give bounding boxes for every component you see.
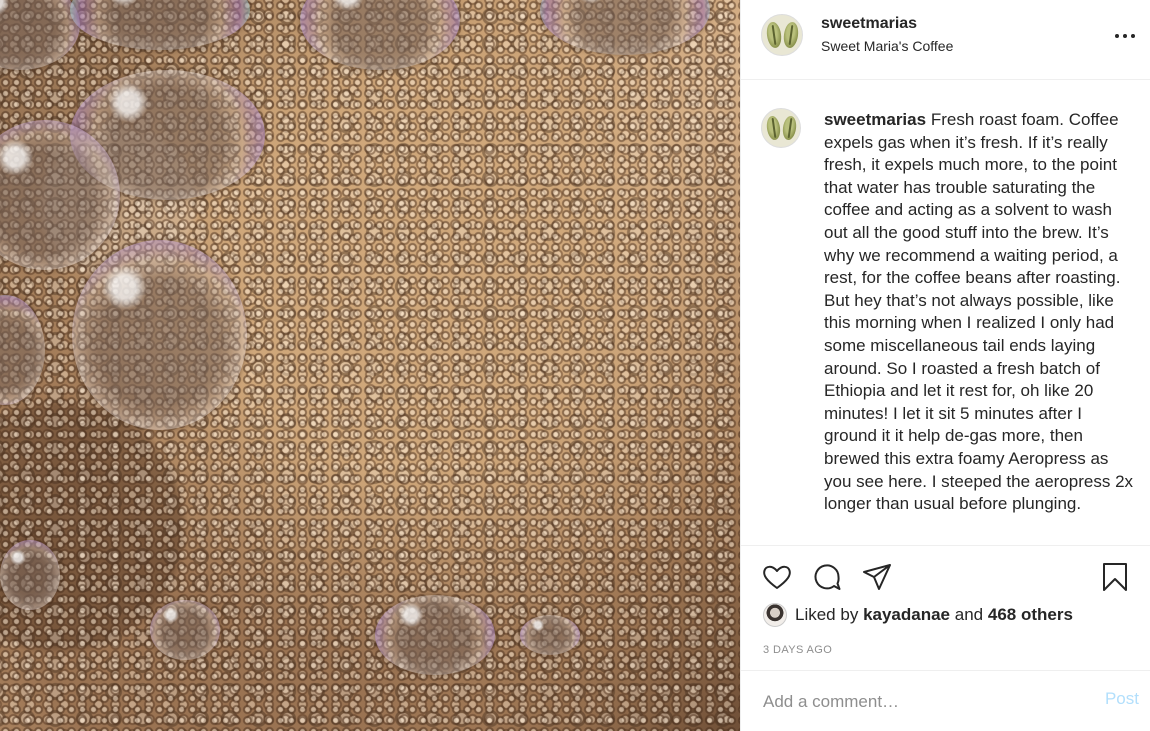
coffee-bean-icon — [765, 21, 783, 49]
post-timestamp[interactable]: 3 DAYS AGO — [763, 644, 832, 656]
coffee-bean-icon — [780, 115, 798, 141]
liker-username[interactable]: kayadanae — [863, 605, 950, 624]
post-photo[interactable] — [0, 0, 740, 731]
large-bubble — [375, 595, 495, 675]
more-options-icon[interactable] — [1115, 24, 1139, 46]
action-bar: Liked by kayadanae and 468 others 3 DAYS… — [741, 545, 1150, 670]
caption-section: sweetmarias Fresh roast foam. Coffee exp… — [741, 80, 1150, 545]
post-caption: sweetmarias Fresh roast foam. Coffee exp… — [824, 109, 1134, 516]
share-icon[interactable] — [861, 561, 893, 593]
post-side-panel: sweetmarias Sweet Maria's Coffee sweetma… — [740, 0, 1150, 731]
post-display-name[interactable]: Sweet Maria's Coffee — [821, 38, 953, 54]
post-comment-button[interactable]: Post — [1105, 689, 1139, 709]
likes-text: Liked by kayadanae and 468 others — [795, 605, 1073, 625]
post-username[interactable]: sweetmarias — [821, 15, 917, 33]
likes-joiner: and — [954, 605, 984, 624]
post-header: sweetmarias Sweet Maria's Coffee — [741, 0, 1150, 80]
comment-box: Post — [741, 670, 1150, 731]
comment-icon[interactable] — [811, 561, 843, 593]
caption-text: Fresh roast foam. Coffee expels gas when… — [824, 110, 1134, 514]
large-bubble — [72, 240, 247, 430]
bubble — [0, 540, 60, 610]
bubble — [520, 615, 580, 655]
coffee-bean-icon — [764, 115, 782, 141]
likes-prefix: Liked by — [795, 605, 859, 624]
liker-avatar[interactable] — [763, 603, 787, 627]
coffee-bean-icon — [781, 21, 799, 49]
likes-others-link[interactable]: 468 others — [988, 605, 1073, 624]
comment-input[interactable] — [761, 689, 1065, 715]
caption-username[interactable]: sweetmarias — [824, 110, 926, 129]
instagram-post: sweetmarias Sweet Maria's Coffee sweetma… — [0, 0, 1150, 731]
heart-icon[interactable] — [761, 561, 793, 593]
bookmark-icon[interactable] — [1099, 561, 1131, 593]
profile-avatar[interactable] — [761, 14, 803, 56]
caption-avatar[interactable] — [761, 108, 801, 148]
bubble — [150, 600, 220, 660]
